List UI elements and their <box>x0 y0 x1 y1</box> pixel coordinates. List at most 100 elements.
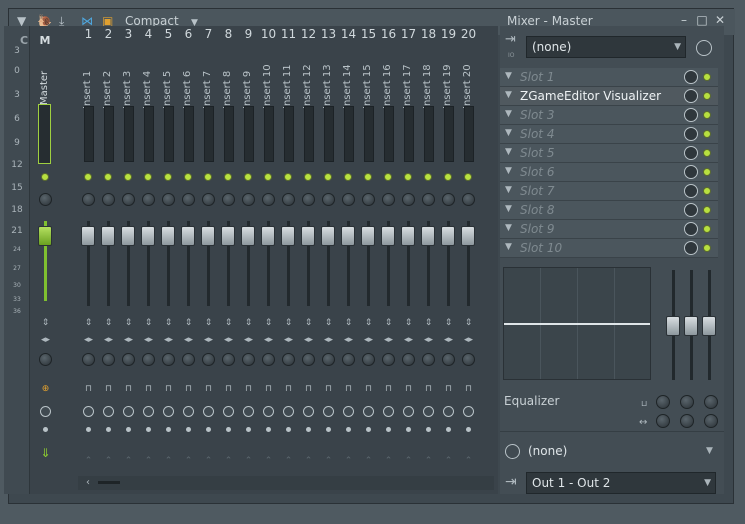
insert-clock-icon[interactable] <box>103 406 114 417</box>
insert-dot[interactable] <box>146 427 151 432</box>
insert-strip[interactable]: 17 Insert 17 ⇕ ◂▸ ⊓ ⌃ <box>399 26 418 494</box>
insert-pan-icon[interactable]: ◂▸ <box>239 335 258 345</box>
insert-lock-icon[interactable]: ⊓ <box>199 384 218 394</box>
slot-menu-icon[interactable]: ▼ <box>505 166 512 176</box>
insert-name[interactable]: Insert 13 <box>322 54 336 109</box>
slot-label[interactable]: Slot 5 <box>520 146 554 160</box>
insert-fader[interactable] <box>301 226 315 246</box>
insert-route-icon[interactable]: ⌃ <box>99 456 118 466</box>
insert-pan-knob[interactable] <box>462 353 475 366</box>
insert-clock-icon[interactable] <box>183 406 194 417</box>
insert-lock-icon[interactable]: ⊓ <box>379 384 398 394</box>
insert-stereo-icon[interactable]: ⇕ <box>119 318 138 328</box>
strips-scrollbar[interactable]: ‹ <box>78 476 494 490</box>
insert-led[interactable] <box>124 173 132 181</box>
insert-strip[interactable]: 16 Insert 16 ⇕ ◂▸ ⊓ ⌃ <box>379 26 398 494</box>
insert-dot[interactable] <box>466 427 471 432</box>
insert-name[interactable]: Insert 15 <box>362 54 376 109</box>
insert-strip[interactable]: 9 Insert 9 ⇕ ◂▸ ⊓ ⌃ <box>239 26 258 494</box>
insert-stereo-icon[interactable]: ⇕ <box>459 318 478 328</box>
insert-lock-icon[interactable]: ⊓ <box>459 384 478 394</box>
insert-route-icon[interactable]: ⌃ <box>219 456 238 466</box>
insert-pan-icon[interactable]: ◂▸ <box>339 335 358 345</box>
insert-knob[interactable] <box>462 193 475 206</box>
master-clock-icon[interactable] <box>40 406 51 417</box>
insert-knob[interactable] <box>282 193 295 206</box>
insert-dot[interactable] <box>386 427 391 432</box>
insert-clock-icon[interactable] <box>203 406 214 417</box>
insert-name[interactable]: Insert 10 <box>262 54 276 109</box>
insert-lock-icon[interactable]: ⊓ <box>359 384 378 394</box>
insert-lock-icon[interactable]: ⊓ <box>139 384 158 394</box>
insert-pan-icon[interactable]: ◂▸ <box>219 335 238 345</box>
eq-bw-knob-1[interactable] <box>656 414 670 428</box>
master-pan-knob[interactable] <box>39 353 52 366</box>
insert-number[interactable]: 17 <box>399 27 418 41</box>
insert-stereo-icon[interactable]: ⇕ <box>339 318 358 328</box>
insert-fader[interactable] <box>141 226 155 246</box>
master-strip[interactable]: Master ⇕ ◂▸ ⊕ ⇓ <box>36 26 54 494</box>
insert-pan-icon[interactable]: ◂▸ <box>319 335 338 345</box>
insert-number[interactable]: 2 <box>99 27 118 41</box>
insert-clock-icon[interactable] <box>343 406 354 417</box>
slot-mix-knob[interactable] <box>684 165 698 179</box>
insert-pan-icon[interactable]: ◂▸ <box>159 335 178 345</box>
insert-strip[interactable]: 8 Insert 8 ⇕ ◂▸ ⊓ ⌃ <box>219 26 238 494</box>
insert-strip[interactable]: 2 Insert 2 ⇕ ◂▸ ⊓ ⌃ <box>99 26 118 494</box>
insert-pan-knob[interactable] <box>362 353 375 366</box>
output-select[interactable]: Out 1 - Out 2 ▼ <box>526 472 716 494</box>
slot-label[interactable]: Slot 6 <box>520 165 554 179</box>
insert-fader[interactable] <box>181 226 195 246</box>
insert-clock-icon[interactable] <box>443 406 454 417</box>
input-select[interactable]: (none) ▼ <box>526 36 686 58</box>
insert-lock-icon[interactable]: ⊓ <box>259 384 278 394</box>
insert-number[interactable]: 13 <box>319 27 338 41</box>
insert-lock-icon[interactable]: ⊓ <box>279 384 298 394</box>
slot-menu-icon[interactable]: ▼ <box>505 204 512 214</box>
master-lock-icon[interactable]: ⊕ <box>36 384 55 394</box>
insert-strip[interactable]: 20 Insert 20 ⇕ ◂▸ ⊓ ⌃ <box>459 26 478 494</box>
insert-led[interactable] <box>164 173 172 181</box>
insert-number[interactable]: 8 <box>219 27 238 41</box>
insert-route-icon[interactable]: ⌃ <box>199 456 218 466</box>
insert-strip[interactable]: 10 Insert 10 ⇕ ◂▸ ⊓ ⌃ <box>259 26 278 494</box>
insert-strip[interactable]: 4 Insert 4 ⇕ ◂▸ ⊓ ⌃ <box>139 26 158 494</box>
insert-knob[interactable] <box>422 193 435 206</box>
slot-mix-knob[interactable] <box>684 70 698 84</box>
slot-mix-knob[interactable] <box>684 222 698 236</box>
scroll-left-icon[interactable]: ‹ <box>86 477 90 488</box>
slot-mix-knob[interactable] <box>684 89 698 103</box>
insert-fader[interactable] <box>161 226 175 246</box>
insert-number[interactable]: 15 <box>359 27 378 41</box>
slot-menu-icon[interactable]: ▼ <box>505 185 512 195</box>
maximize-icon[interactable]: □ <box>695 13 709 27</box>
slot-enable-led[interactable] <box>703 244 711 252</box>
insert-knob[interactable] <box>202 193 215 206</box>
insert-fader[interactable] <box>321 226 335 246</box>
insert-pan-icon[interactable]: ◂▸ <box>119 335 138 345</box>
slot-label[interactable]: Slot 7 <box>520 184 554 198</box>
insert-dot[interactable] <box>426 427 431 432</box>
insert-knob[interactable] <box>402 193 415 206</box>
close-icon[interactable]: ✕ <box>713 13 727 27</box>
minimize-icon[interactable]: – <box>677 13 691 27</box>
insert-knob[interactable] <box>302 193 315 206</box>
insert-pan-knob[interactable] <box>242 353 255 366</box>
insert-pan-knob[interactable] <box>442 353 455 366</box>
insert-name[interactable]: Insert 14 <box>342 54 356 109</box>
insert-fader[interactable] <box>201 226 215 246</box>
insert-route-icon[interactable]: ⌃ <box>419 456 438 466</box>
insert-knob[interactable] <box>242 193 255 206</box>
insert-led[interactable] <box>224 173 232 181</box>
scroll-thumb[interactable] <box>98 481 120 484</box>
master-stereo-icon[interactable]: ⇕ <box>36 318 55 328</box>
insert-pan-icon[interactable]: ◂▸ <box>459 335 478 345</box>
insert-strip[interactable]: 14 Insert 14 ⇕ ◂▸ ⊓ ⌃ <box>339 26 358 494</box>
insert-knob[interactable] <box>322 193 335 206</box>
send-clock-icon[interactable] <box>505 444 520 459</box>
slot-enable-led[interactable] <box>703 168 711 176</box>
slot-mix-knob[interactable] <box>684 241 698 255</box>
insert-knob[interactable] <box>102 193 115 206</box>
insert-number[interactable]: 16 <box>379 27 398 41</box>
insert-clock-icon[interactable] <box>423 406 434 417</box>
